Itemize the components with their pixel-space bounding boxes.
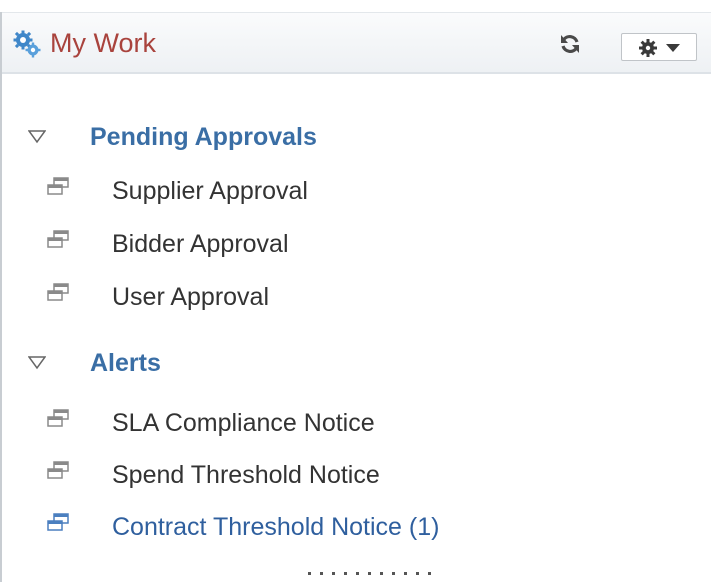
list-item-user-approval[interactable]: User Approval [2, 280, 602, 314]
collapse-triangle-icon[interactable] [28, 356, 46, 370]
worklist-icon [47, 513, 69, 531]
worklist-icon [47, 230, 69, 248]
section-label[interactable]: Alerts [90, 346, 161, 380]
list-item-spend-threshold-notice[interactable]: Spend Threshold Notice [2, 458, 602, 492]
section-header-alerts[interactable]: Alerts [2, 346, 302, 380]
list-item-label[interactable]: Contract Threshold Notice (1) [112, 510, 439, 544]
refresh-icon[interactable] [558, 32, 582, 56]
collapse-triangle-icon[interactable] [28, 130, 46, 144]
list-item-sla-compliance-notice[interactable]: SLA Compliance Notice [2, 406, 602, 440]
worklist-icon [47, 177, 69, 195]
list-item-label[interactable]: Supplier Approval [112, 174, 308, 208]
worklist-icon [47, 409, 69, 427]
my-work-pagelet: My Work Pending Approvals Supplier Appro… [0, 12, 711, 582]
list-item-label[interactable]: SLA Compliance Notice [112, 406, 375, 440]
actions-menu-button[interactable] [621, 33, 697, 61]
list-item-contract-threshold-notice[interactable]: Contract Threshold Notice (1) [2, 510, 602, 544]
more-dots-icon[interactable] [306, 566, 436, 580]
list-item-supplier-approval[interactable]: Supplier Approval [2, 174, 602, 208]
gear-dropdown-icon [639, 39, 680, 57]
worklist-icon [47, 461, 69, 479]
worklist-icon [47, 283, 69, 301]
list-item-label[interactable]: Spend Threshold Notice [112, 458, 380, 492]
list-item-label[interactable]: User Approval [112, 280, 269, 314]
pagelet-title: My Work [50, 28, 156, 58]
list-item-label[interactable]: Bidder Approval [112, 227, 289, 261]
gears-icon [13, 30, 41, 58]
list-item-bidder-approval[interactable]: Bidder Approval [2, 227, 602, 261]
section-label[interactable]: Pending Approvals [90, 120, 317, 154]
pagelet-header: My Work [2, 12, 711, 74]
section-header-pending-approvals[interactable]: Pending Approvals [2, 120, 502, 154]
